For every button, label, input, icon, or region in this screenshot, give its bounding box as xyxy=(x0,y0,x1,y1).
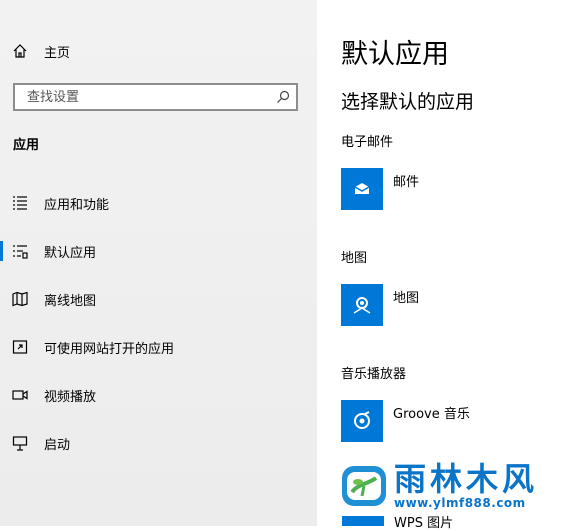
default-app-photos-partial[interactable]: WPS 图片 xyxy=(342,516,453,531)
group-label-music: 音乐播放器 xyxy=(341,367,407,382)
apps-features-icon xyxy=(12,195,28,211)
app-name: 邮件 xyxy=(393,175,420,190)
group-label-email: 电子邮件 xyxy=(341,135,394,150)
sidebar-item-apps-for-websites[interactable]: 可使用网站打开的应用 xyxy=(0,335,317,359)
app-name: Groove 音乐 xyxy=(393,407,470,422)
startup-icon xyxy=(12,435,28,451)
sidebar-item-label: 离线地图 xyxy=(44,293,97,309)
search-input[interactable] xyxy=(25,88,259,106)
watermark: 雨林木风 www.ylmf888.com xyxy=(340,456,561,516)
sidebar-item-apps-features[interactable]: 应用和功能 xyxy=(0,191,317,215)
sidebar: 主页 应用 应用和功能 默认应用 xyxy=(0,0,317,526)
offline-maps-icon xyxy=(12,291,28,307)
sidebar-item-label: 默认应用 xyxy=(44,245,97,261)
watermark-name: 雨林木风 xyxy=(394,460,539,498)
watermark-url: www.ylmf888.com xyxy=(394,496,526,510)
nav-home[interactable]: 主页 xyxy=(12,40,70,62)
wps-photo-icon xyxy=(342,516,384,526)
search-box[interactable] xyxy=(13,83,298,111)
sidebar-item-default-apps[interactable]: 默认应用 xyxy=(0,239,317,263)
default-app-maps[interactable]: 地图 xyxy=(341,284,419,328)
group-label-maps: 地图 xyxy=(341,251,368,266)
page-subtitle: 选择默认的应用 xyxy=(341,91,475,113)
sidebar-item-label: 启动 xyxy=(44,437,71,453)
mail-icon xyxy=(341,168,383,210)
main-content: 默认应用 选择默认的应用 电子邮件 邮件 地图 地图 音乐播放器 Groove … xyxy=(317,0,561,526)
sidebar-item-startup[interactable]: 启动 xyxy=(0,431,317,455)
sidebar-item-label: 可使用网站打开的应用 xyxy=(44,341,175,357)
groove-music-icon xyxy=(341,400,383,442)
sidebar-item-label: 视频播放 xyxy=(44,389,97,405)
page-title: 默认应用 xyxy=(341,39,449,70)
default-app-music[interactable]: Groove 音乐 xyxy=(341,400,470,444)
nav-home-label: 主页 xyxy=(44,45,71,61)
default-app-email[interactable]: 邮件 xyxy=(341,168,419,212)
apps-for-websites-icon xyxy=(12,339,28,355)
home-icon xyxy=(13,44,27,58)
sidebar-item-offline-maps[interactable]: 离线地图 xyxy=(0,287,317,311)
sidebar-item-video-playback[interactable]: 视频播放 xyxy=(0,383,317,407)
sidebar-item-label: 应用和功能 xyxy=(44,197,110,213)
video-playback-icon xyxy=(12,387,28,403)
default-apps-icon xyxy=(12,243,28,259)
maps-icon xyxy=(341,284,383,326)
ylmf-logo-icon xyxy=(342,466,386,506)
section-title: 应用 xyxy=(13,138,40,153)
app-name: 地图 xyxy=(393,291,420,306)
search-icon[interactable] xyxy=(276,90,290,104)
